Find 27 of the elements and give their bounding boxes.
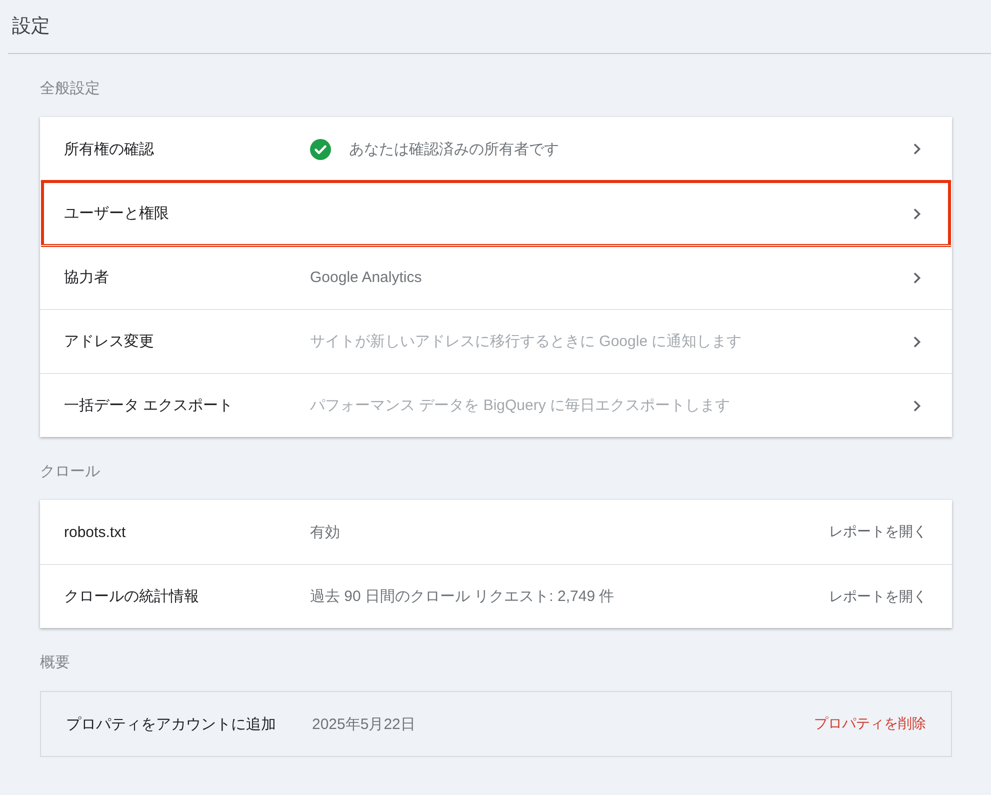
setting-value: 有効	[310, 522, 340, 542]
setting-label: プロパティをアカウントに追加	[66, 714, 277, 734]
setting-label: 一括データ エクスポート	[64, 396, 234, 415]
setting-label: 所有権の確認	[64, 140, 155, 158]
chevron-right-icon[interactable]	[913, 272, 921, 284]
chevron-right-icon[interactable]	[913, 336, 921, 348]
setting-label: ユーザーと権限	[64, 204, 170, 223]
setting-description: サイトが新しいアドレスに移行するときに Google に通知します	[310, 332, 742, 351]
delete-property-link[interactable]: プロパティを削除	[814, 715, 926, 733]
section-heading: 概要	[40, 653, 70, 673]
setting-label: クロールの統計情報	[64, 587, 200, 606]
setting-label: 協力者	[64, 268, 110, 287]
open-report-link[interactable]: レポートを開く	[829, 588, 927, 606]
setting-label: アドレス変更	[64, 332, 155, 351]
chevron-right-icon[interactable]	[913, 400, 921, 412]
setting-label: robots.txt	[64, 524, 127, 540]
page-title: 設定	[12, 14, 50, 38]
setting-description: パフォーマンス データを BigQuery に毎日エクスポートします	[310, 396, 730, 415]
setting-value: あなたは確認済みの所有者です	[349, 140, 559, 158]
setting-value: Google Analytics	[310, 269, 422, 286]
section-heading: クロール	[40, 462, 100, 482]
chevron-right-icon[interactable]	[913, 208, 921, 220]
setting-value: 過去 90 日間のクロール リクエスト: 2,749 件	[310, 587, 614, 606]
setting-value: 2025年5月22日	[312, 714, 416, 734]
chevron-right-icon[interactable]	[913, 143, 921, 155]
open-report-link[interactable]: レポートを開く	[829, 523, 927, 541]
section-heading: 全般設定	[40, 79, 100, 99]
